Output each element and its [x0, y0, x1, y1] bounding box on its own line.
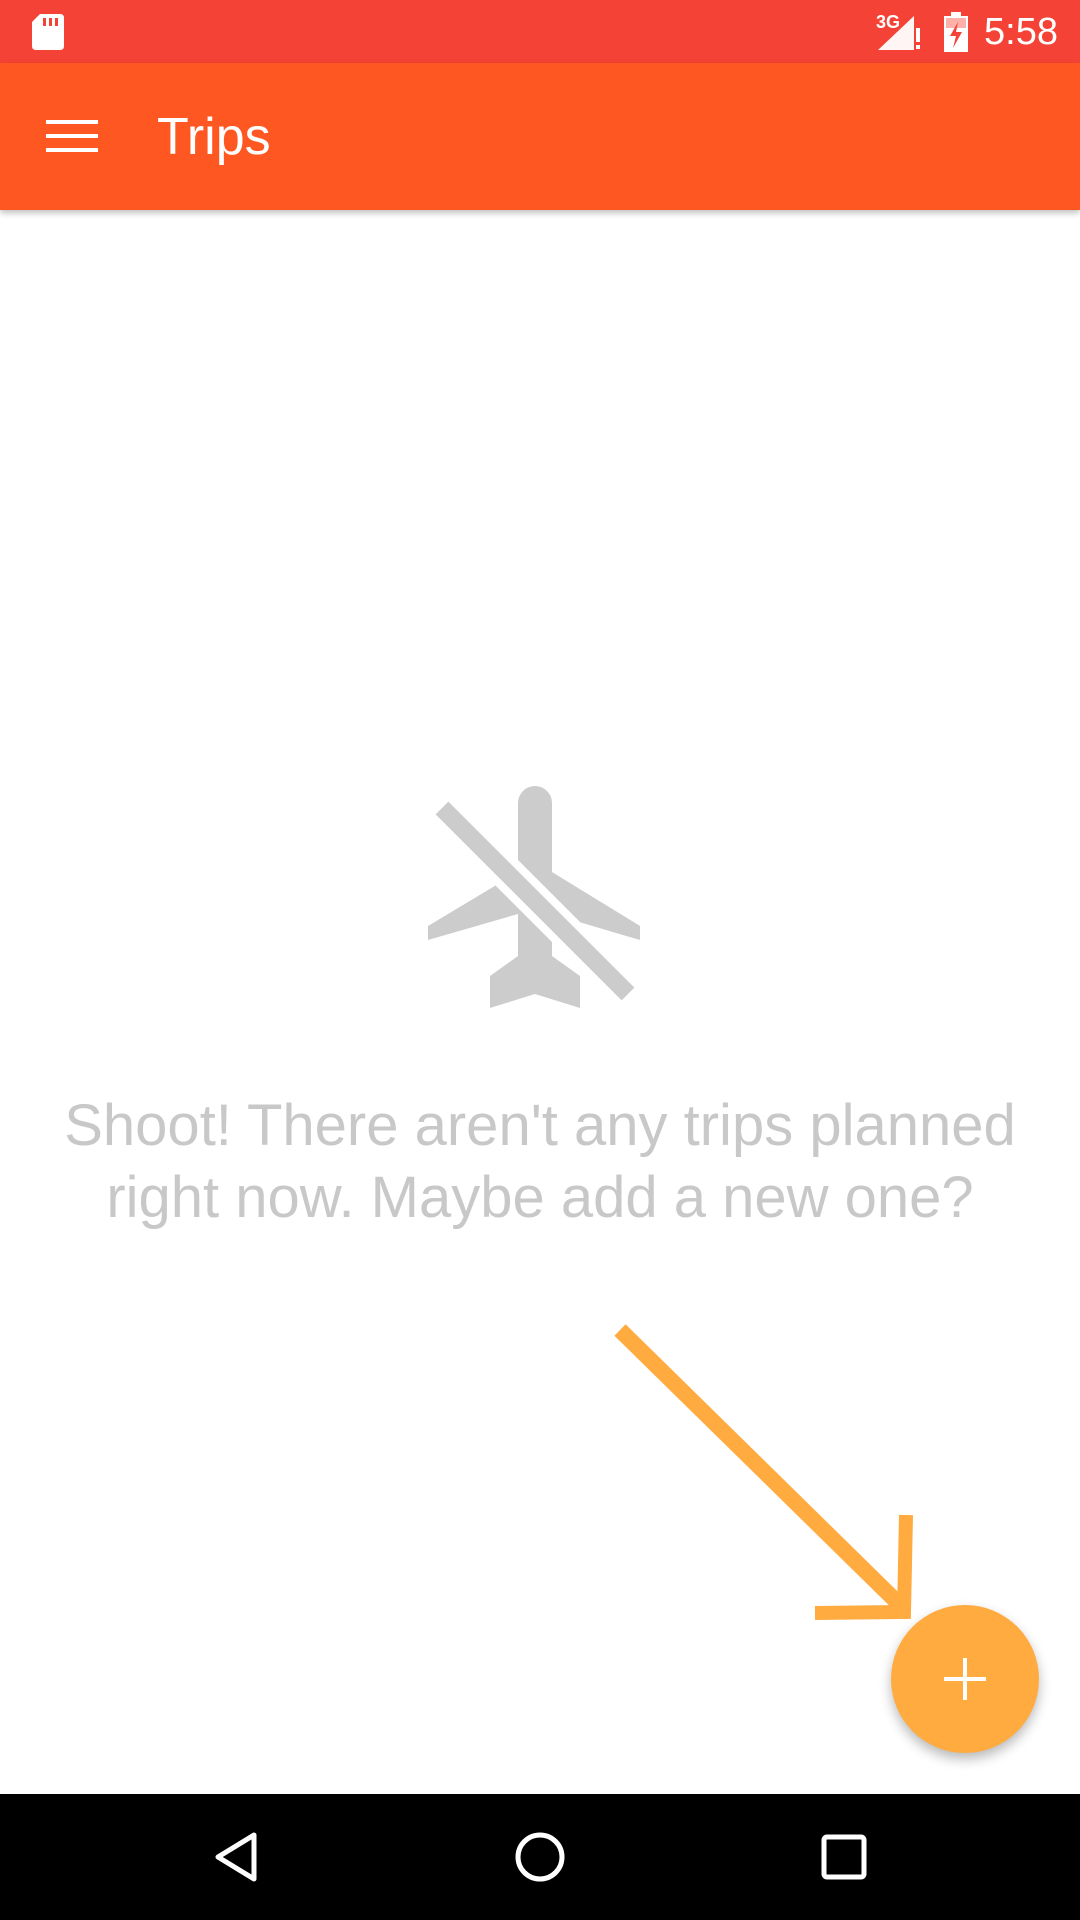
recents-button[interactable] — [804, 1817, 884, 1897]
page-title: Trips — [157, 108, 271, 166]
signal-alert-icon — [878, 16, 920, 50]
pointer-arrow-icon — [614, 1324, 913, 1620]
back-button[interactable] — [196, 1817, 276, 1897]
plus-icon — [944, 1658, 986, 1700]
add-trip-button[interactable] — [891, 1605, 1039, 1753]
status-bar: 3G 5:58 — [0, 0, 1080, 63]
home-icon — [515, 1832, 565, 1882]
battery-charging-icon — [944, 12, 968, 52]
empty-state-message: Shoot! There aren't any trips planned ri… — [64, 1093, 1016, 1230]
sd-card-icon — [32, 14, 64, 50]
recents-icon — [821, 1834, 867, 1880]
status-clock: 5:58 — [984, 11, 1058, 53]
home-button[interactable] — [500, 1817, 580, 1897]
hamburger-menu-icon — [46, 120, 98, 152]
airplane-off-icon — [428, 786, 640, 1008]
menu-button[interactable] — [40, 104, 104, 168]
navigation-bar — [0, 1794, 1080, 1920]
app-bar: Trips — [0, 63, 1080, 210]
back-icon — [215, 1832, 257, 1882]
